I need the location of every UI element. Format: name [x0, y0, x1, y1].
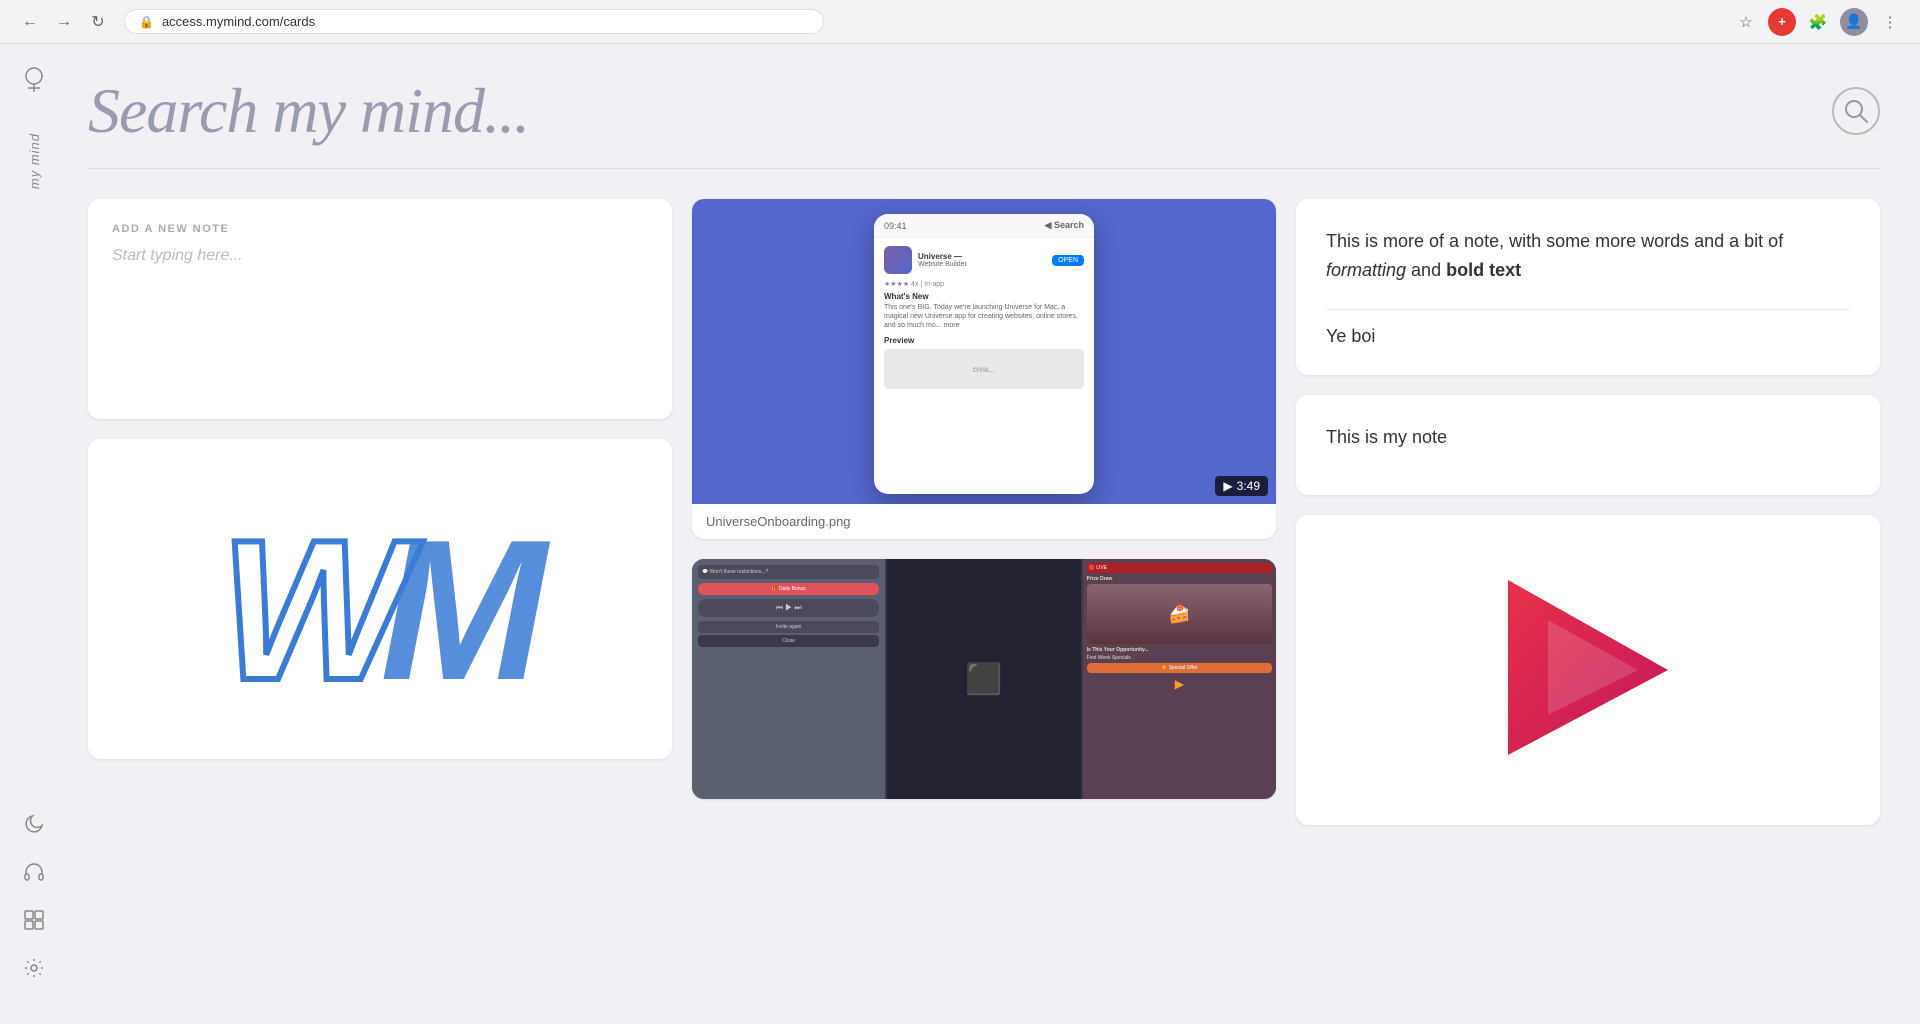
screenshot-1: 💬 Won't these restrictions...? 🎁 Daily B…	[692, 559, 885, 799]
screenshots-card[interactable]: 💬 Won't these restrictions...? 🎁 Daily B…	[692, 559, 1276, 799]
screenshot-controls: ⏮ ▶ ⏭	[698, 599, 879, 617]
extension-add-icon[interactable]: +	[1768, 8, 1796, 36]
note-simple-text: This is my note	[1326, 423, 1850, 452]
user-avatar[interactable]: 👤	[1840, 8, 1868, 36]
universe-card-image: 09:41 ◀ Search Universe — Website Builde…	[692, 199, 1276, 504]
add-note-input[interactable]: Start typing here...	[112, 243, 648, 395]
app-container: my mind	[0, 44, 1920, 1024]
play-icon-small: ▶	[1223, 479, 1232, 493]
italic-text: formatting	[1326, 260, 1406, 280]
settings-icon[interactable]	[18, 952, 50, 984]
phone-app-icon	[884, 246, 912, 274]
main-content: Search my mind... ADD A NEW NOTE Start t…	[68, 44, 1920, 1024]
note-long-card[interactable]: This is more of a note, with some more w…	[1296, 199, 1880, 375]
header: Search my mind...	[88, 44, 1880, 169]
phone-top-bar: 09:41 ◀ Search	[874, 214, 1094, 238]
phone-content: Universe — Website Builder OPEN ★★★★ 4x …	[874, 238, 1094, 397]
phone-app-header: Universe — Website Builder OPEN	[884, 246, 1084, 274]
cards-grid: ADD A NEW NOTE Start typing here... W M	[88, 199, 1880, 825]
sidebar-logo[interactable]	[18, 64, 50, 101]
sidebar-bottom-icons	[18, 808, 50, 1004]
browser-actions: ☆ + 🧩 👤 ⋮	[1732, 8, 1904, 36]
grid-icon[interactable]	[18, 904, 50, 936]
note-secondary-text: Ye boi	[1326, 309, 1850, 347]
add-note-label: ADD A NEW NOTE	[112, 223, 648, 235]
note-simple-card[interactable]: This is my note	[1296, 395, 1880, 495]
add-note-card[interactable]: ADD A NEW NOTE Start typing here...	[88, 199, 672, 419]
image-card-caption: UniverseOnboarding.png	[692, 504, 1276, 539]
grid-column-2: 09:41 ◀ Search Universe — Website Builde…	[692, 199, 1276, 825]
sidebar: my mind	[0, 44, 68, 1024]
forward-button[interactable]: →	[50, 8, 78, 36]
menu-button[interactable]: ⋮	[1876, 8, 1904, 36]
refresh-button[interactable]: ↻	[84, 8, 112, 36]
phone-whats-new: What's New	[884, 292, 1084, 301]
phone-preview: Preview	[884, 336, 1084, 345]
screenshots-grid: 💬 Won't these restrictions...? 🎁 Daily B…	[692, 559, 1276, 799]
screenshot-3: 🔴 LIVE Prize Draw 🍰 Is This Your Opportu…	[1083, 559, 1276, 799]
video-badge: ▶ 3:49	[1215, 476, 1268, 496]
headphones-icon[interactable]	[18, 856, 50, 888]
phone-preview-area: crea...	[884, 349, 1084, 389]
grid-column-1: ADD A NEW NOTE Start typing here... W M	[88, 199, 672, 825]
back-button[interactable]: ←	[16, 8, 44, 36]
lock-icon: 🔒	[139, 15, 154, 29]
sidebar-label: my mind	[27, 133, 42, 189]
phone-rating: ★★★★ 4x | In-app	[884, 280, 1084, 288]
video-duration: 3:49	[1237, 479, 1260, 493]
extensions-button[interactable]: 🧩	[1804, 8, 1832, 36]
phone-mockup: 09:41 ◀ Search Universe — Website Builde…	[874, 214, 1094, 494]
universe-card[interactable]: 09:41 ◀ Search Universe — Website Builde…	[692, 199, 1276, 539]
search-title[interactable]: Search my mind...	[88, 74, 529, 148]
phone-desc: This one's BIG. Today we're launching Un…	[884, 303, 1084, 330]
video-badge-overlay: ▶ 3:49	[1215, 476, 1268, 496]
browser-nav-buttons: ← → ↻	[16, 8, 112, 36]
play-button-card[interactable]	[1296, 515, 1880, 825]
browser-chrome: ← → ↻ 🔒 access.mymind.com/cards ☆ + 🧩 👤 …	[0, 0, 1920, 44]
search-button[interactable]	[1832, 87, 1880, 135]
note-long-text: This is more of a note, with some more w…	[1326, 227, 1850, 285]
wm-logo-card[interactable]: W M	[88, 439, 672, 759]
wm-logo-svg: W M	[210, 499, 550, 699]
screenshot-2: ⬛	[887, 559, 1080, 799]
play-button-svg	[1488, 570, 1688, 770]
grid-column-3: This is more of a note, with some more w…	[1296, 199, 1880, 825]
url-text: access.mymind.com/cards	[162, 14, 315, 29]
svg-text:M: M	[380, 499, 550, 699]
address-bar[interactable]: 🔒 access.mymind.com/cards	[124, 9, 824, 34]
moon-icon[interactable]	[18, 808, 50, 840]
bold-text: bold text	[1446, 260, 1521, 280]
phone-open-btn: OPEN	[1052, 255, 1084, 266]
bookmark-button[interactable]: ☆	[1732, 8, 1760, 36]
